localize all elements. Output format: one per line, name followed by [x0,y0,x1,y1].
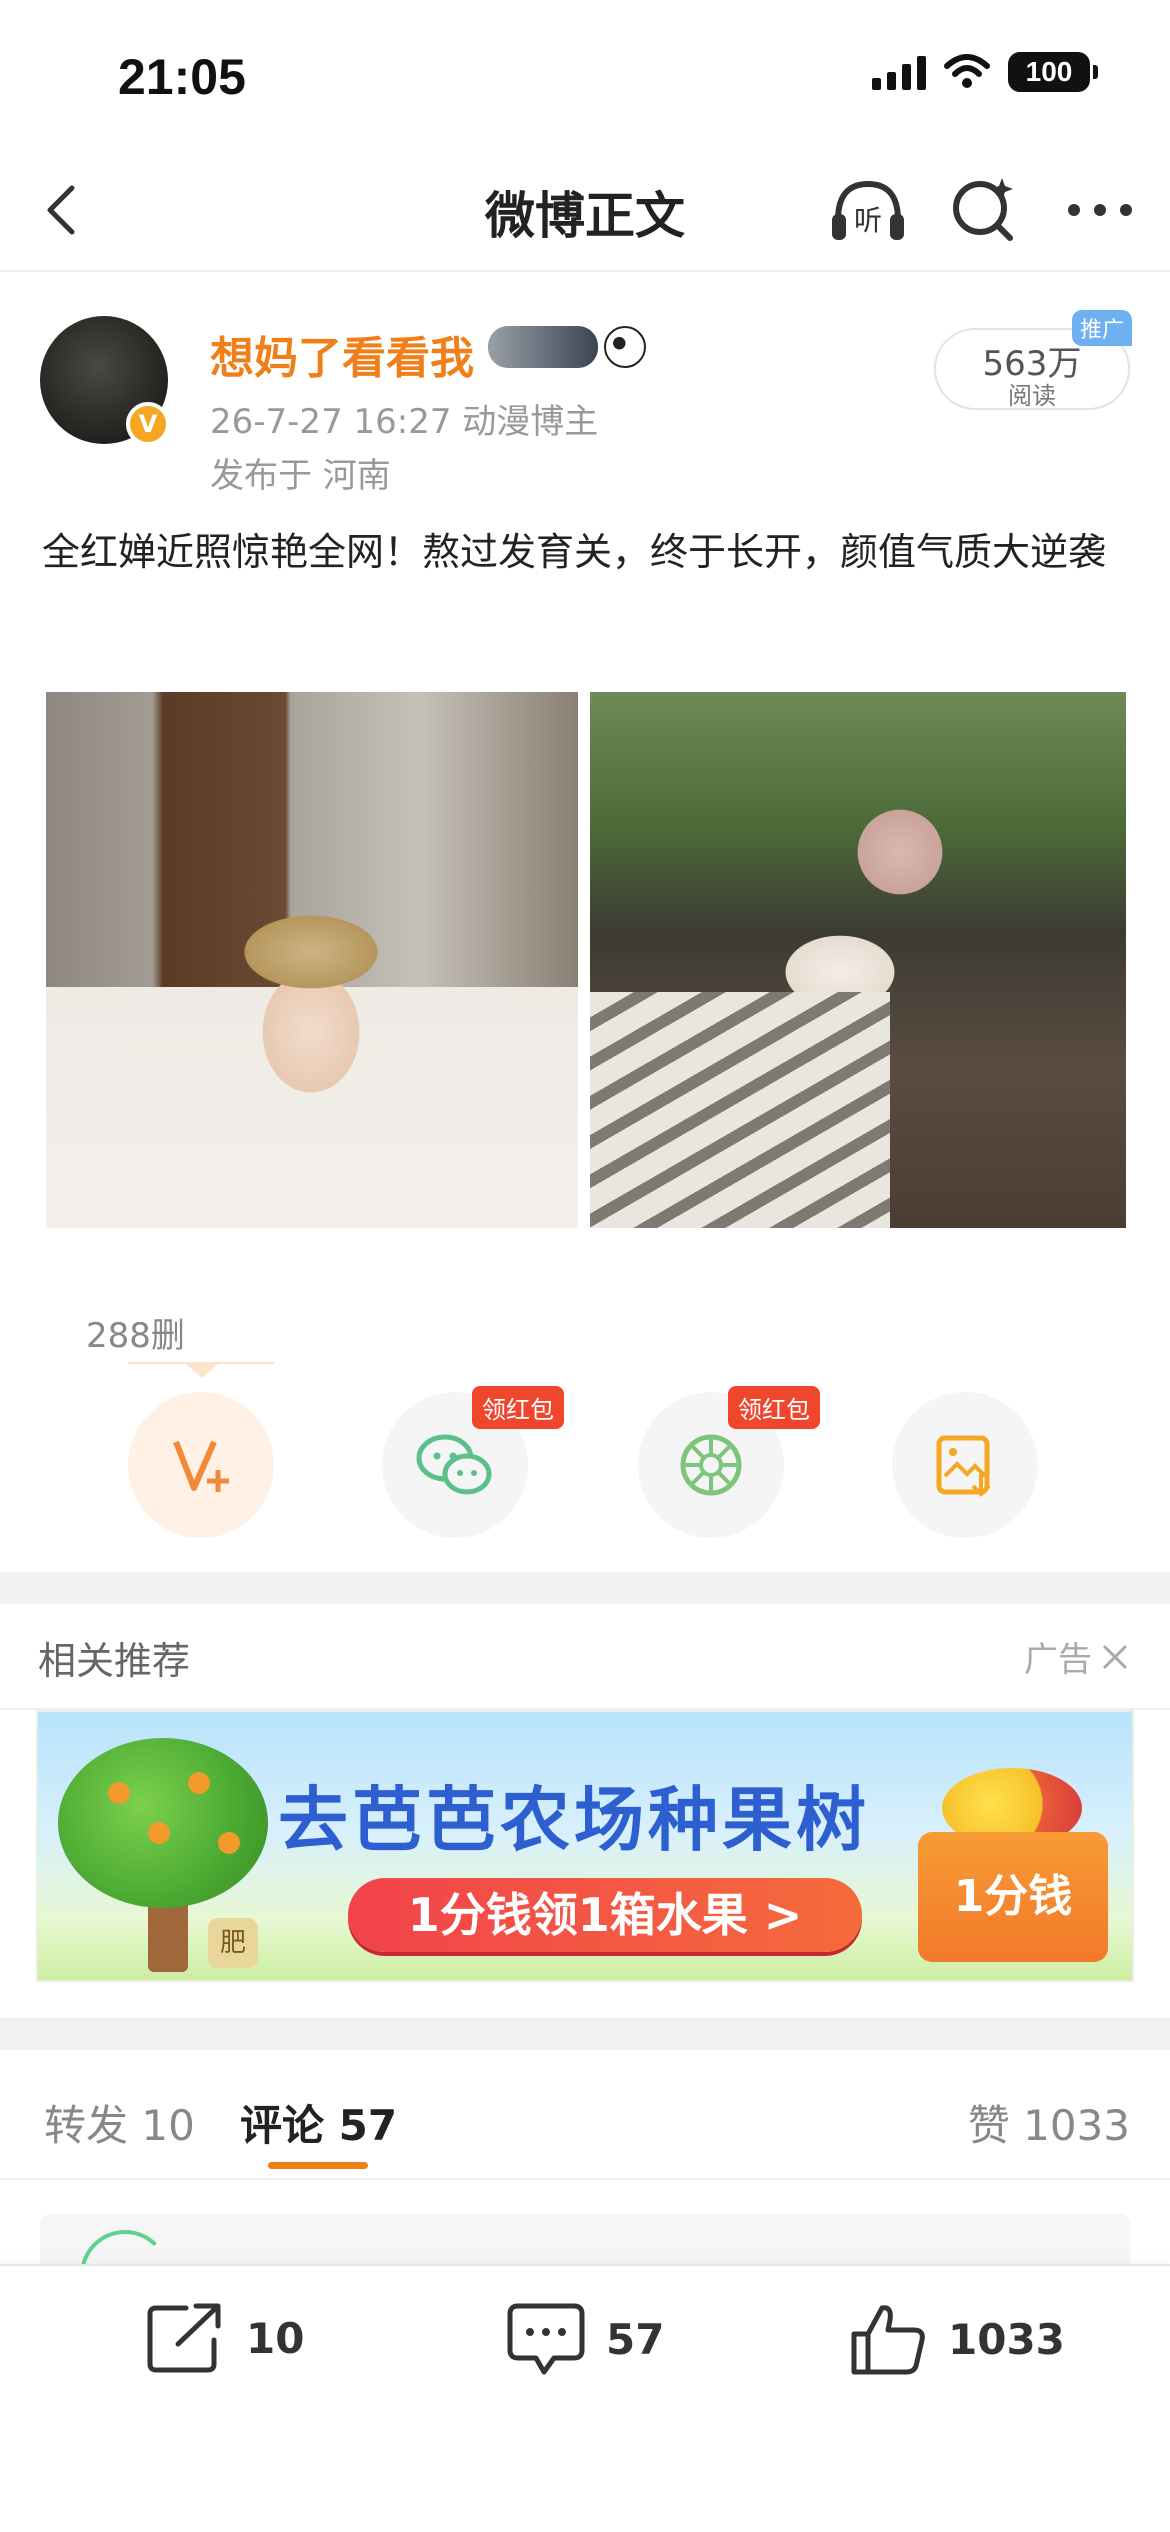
fertilizer-bag: 肥 [208,1918,258,1968]
signal-icon [872,54,926,90]
save-image-icon [936,1435,991,1497]
close-icon [1102,1644,1128,1669]
post-location: 发布于 河南 [210,456,391,496]
section-gap [0,2018,1170,2050]
photo-1[interactable] [46,692,578,1228]
author-badges [488,326,646,368]
promo-tag: 推广 [1071,310,1132,346]
wifi-icon [944,54,990,88]
like-button[interactable]: 1033 [848,2300,1065,2378]
search-sparkle-icon [953,178,1013,241]
tab-like[interactable]: 赞 1033 [968,2092,1130,2153]
nav-bar: 微博正文 听 [0,150,1170,272]
related-recommend-title: 相关推荐 [38,1639,191,1683]
ad-label: 广告 [1024,1640,1092,1680]
status-time: 21:05 [118,49,246,105]
comment-icon [507,2303,585,2375]
avatar[interactable]: V [40,316,170,446]
comment-button[interactable]: 57 [506,2300,664,2378]
search-button[interactable] [944,174,1024,246]
repost-count: 10 [246,2313,305,2363]
save-image-button[interactable] [892,1392,1038,1538]
photo-grid [46,692,1126,1228]
tab-repost[interactable]: 转发 10 [44,2092,195,2153]
vplus-share-button[interactable] [128,1392,274,1538]
battery-indicator: 100 [1008,52,1098,92]
repost-button[interactable]: 10 [146,2300,304,2376]
tab-comment[interactable]: 评论 57 [240,2092,397,2153]
post-text: 全红婵近照惊艳全网！熬过发育关，终于长开，颜值气质大逆袭 [42,530,1107,574]
nav-actions: 听 [828,174,1140,246]
interaction-tabs: 转发 10 评论 57 赞 1033 [0,2050,1170,2180]
verified-badge-icon: V [126,402,170,446]
author-header: V 想妈了看看我 26-7-27 16:27 动漫博主 发布于 河南 563万 … [40,310,1132,496]
banner-cta-button[interactable]: 1分钱领1箱水果 > [348,1878,862,1952]
wechat-share-button[interactable]: 领红包 [382,1386,564,1538]
fan-badge-icon [488,326,598,368]
share-row: 领红包 领红包 [0,1386,1170,1542]
listen-button[interactable]: 听 [828,174,908,246]
repost-icon [147,2303,221,2373]
status-icons: 100 [872,52,1098,92]
comment-count: 57 [606,2314,665,2364]
red-packet-tag: 领红包 [728,1386,820,1429]
banner-headline: 去芭芭农场种果树 [278,1779,870,1861]
more-button[interactable] [1060,174,1140,246]
post-meta: 26-7-27 16:27 动漫博主 [210,402,599,442]
photo-2[interactable] [590,692,1126,1228]
vplus-icon [173,1440,229,1492]
headphones-icon: 听 [832,180,904,240]
author-name[interactable]: 想妈了看看我 [210,322,474,386]
moments-icon [680,1434,742,1496]
forward-count: 288删 [86,1316,185,1356]
red-packet-tag: 领红包 [472,1386,564,1429]
thumbs-up-icon [851,2305,925,2375]
moments-share-button[interactable]: 领红包 [638,1386,820,1538]
ad-close-button[interactable]: 广告 [1024,1632,1130,1681]
read-label: 阅读 [1008,382,1056,410]
read-count-badge[interactable]: 563万 阅读 推广 [934,310,1132,410]
like-count: 1033 [948,2314,1065,2364]
ad-banner[interactable]: 肥 去芭芭农场种果树 1分钱领1箱水果 > 1分钱 [36,1710,1134,1982]
section-gap [0,1572,1170,1604]
banner-price-box: 1分钱 [918,1832,1108,1962]
wechat-icon [416,1434,492,1495]
status-bar: 21:05 100 [0,0,1170,150]
listen-label: 听 [854,204,882,237]
active-tab-indicator [268,2162,368,2169]
panda-icon [604,326,646,368]
more-icon [1068,204,1132,216]
bottom-action-bar: 10 57 1033 [0,2264,1170,2532]
